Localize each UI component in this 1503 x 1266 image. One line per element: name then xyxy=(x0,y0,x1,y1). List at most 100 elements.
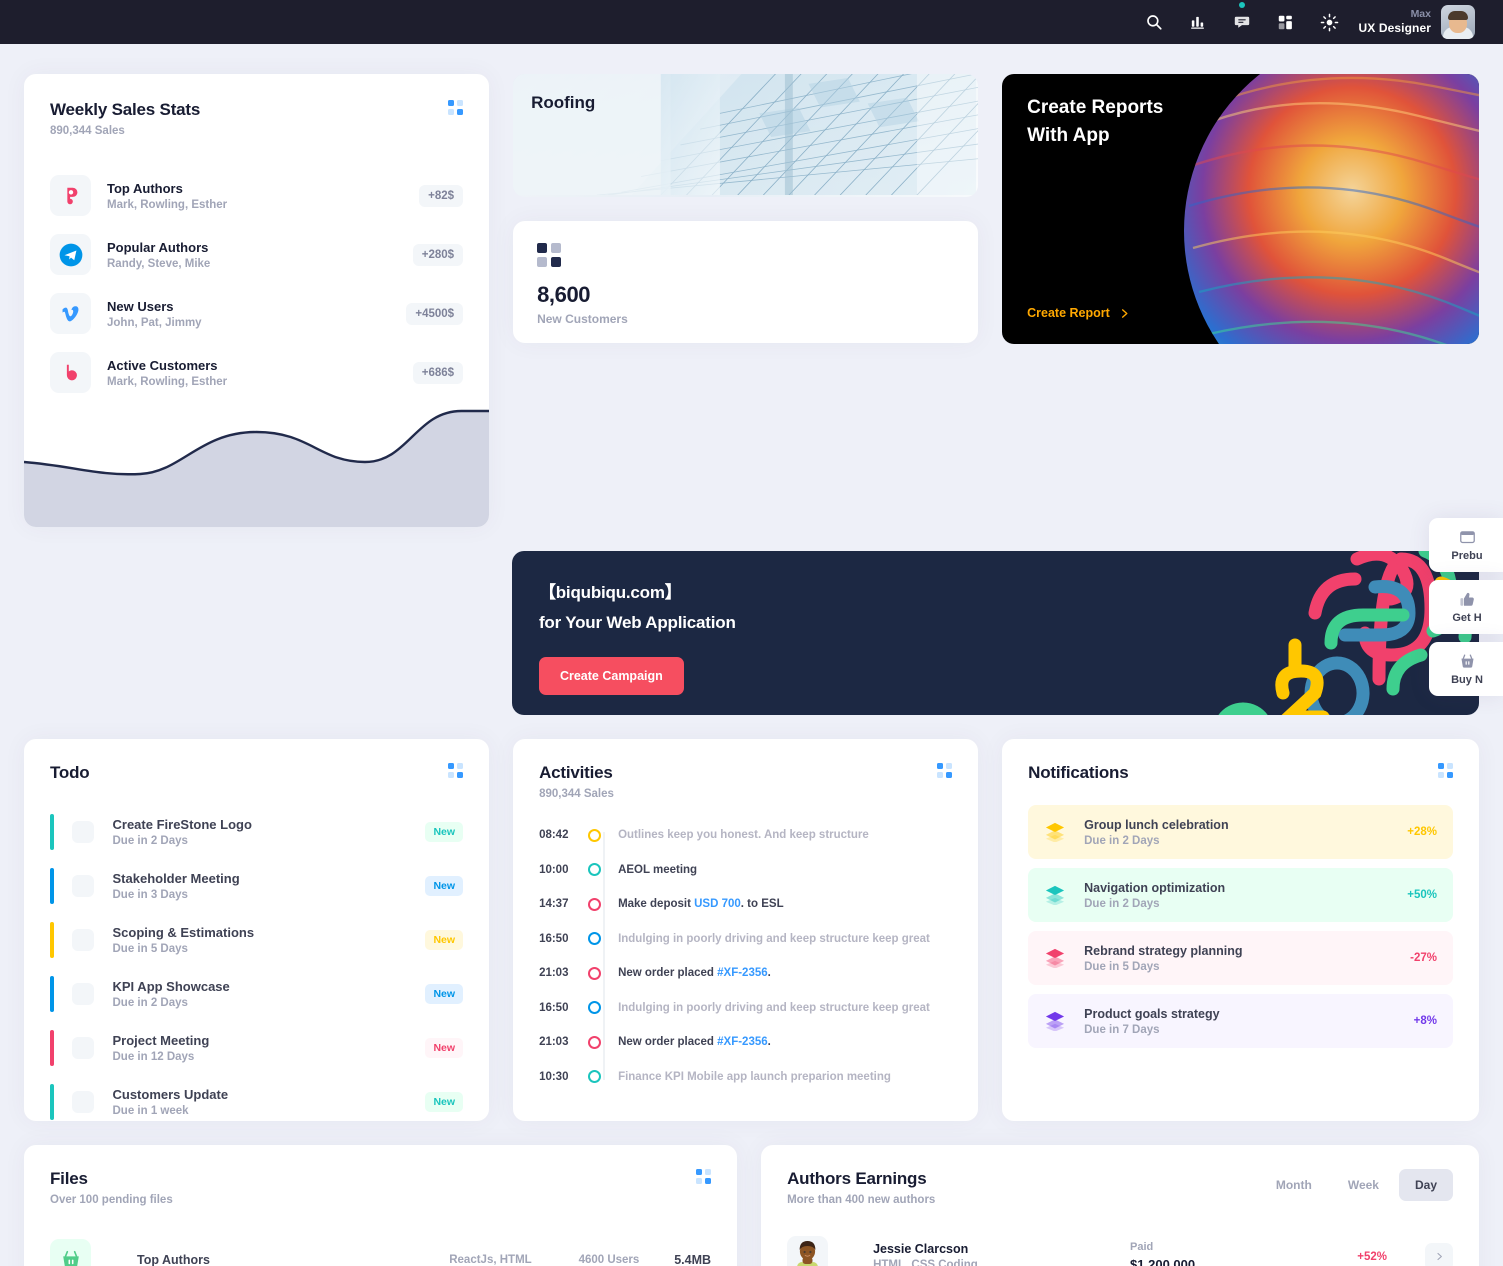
todo-checkbox[interactable] xyxy=(71,929,94,951)
todo-list-item[interactable]: Customers Update Due in 1 week New xyxy=(50,1075,464,1129)
new-customers-label: New Customers xyxy=(537,312,628,326)
activity-marker-icon xyxy=(588,1070,602,1084)
search-icon[interactable] xyxy=(1141,9,1167,35)
activity-link[interactable]: #XF-2356 xyxy=(717,1036,768,1048)
card-menu-grid-icon[interactable] xyxy=(448,763,464,778)
table-row[interactable]: Top Authors ReactJs, HTML 4600 Users 5.4MB xyxy=(50,1230,711,1266)
card-menu-grid-icon[interactable] xyxy=(937,763,953,778)
floating-toolbar-item[interactable]: Prebu xyxy=(1429,518,1503,572)
floating-toolbar-item[interactable]: Buy N xyxy=(1429,642,1503,696)
activity-item: 16:50 Indulging in poorly driving and kee… xyxy=(539,922,952,957)
todo-list-item[interactable]: Scoping & Estimations Due in 5 Days New xyxy=(50,913,464,967)
notification-item[interactable]: Rebrand strategy planning Due in 5 Days -2… xyxy=(1028,931,1453,985)
create-campaign-button[interactable]: Create Campaign xyxy=(538,657,684,695)
notification-percentage: -27% xyxy=(1410,952,1437,964)
activity-time: 21:03 xyxy=(539,967,569,980)
todo-item-due: Due in 1 week xyxy=(112,1105,189,1117)
new-customers-card: 8,600 New Customers xyxy=(513,221,979,343)
tab-week[interactable]: Week xyxy=(1332,1169,1395,1201)
files-title: Files xyxy=(50,1169,88,1188)
notification-name: Product goals strategy xyxy=(1084,1006,1220,1021)
todo-item-due: Due in 2 Days xyxy=(112,835,188,847)
file-size: 5.4MB xyxy=(674,1252,712,1266)
chart-bar-icon[interactable] xyxy=(1185,9,1211,35)
status-dot xyxy=(1238,2,1245,8)
notification-item[interactable]: Group lunch celebration Due in 2 Days +28% xyxy=(1028,805,1453,859)
sales-list-item[interactable]: Top Authors Mark, Rowling, Esther +82$ xyxy=(50,166,464,225)
todo-list-item[interactable]: KPI App Showcase Due in 2 Days New xyxy=(50,967,464,1021)
activity-marker-icon xyxy=(588,1035,602,1049)
activity-item: 16:50 Indulging in poorly driving and kee… xyxy=(539,991,952,1026)
sales-list-item[interactable]: Popular Authors Randy, Steve, Mike +280$ xyxy=(50,225,464,284)
activity-text: Indulging in poorly driving and keep str… xyxy=(618,1001,930,1014)
todo-item-due: Due in 3 Days xyxy=(112,889,188,901)
sales-list-item[interactable]: New Users John, Pat, Jimmy +4500$ xyxy=(50,284,464,343)
top-header-bar: Max UX Designer xyxy=(0,0,1503,44)
card-menu-grid-icon[interactable] xyxy=(1438,763,1453,778)
user-menu[interactable]: Max UX Designer xyxy=(1359,5,1475,39)
notification-item[interactable]: Navigation optimization Due in 2 Days +50% xyxy=(1028,868,1453,922)
notification-item[interactable]: Product goals strategy Due in 7 Days +8% xyxy=(1028,994,1453,1048)
sales-item-value: +4500$ xyxy=(406,302,464,325)
sales-item-text: New Users John, Pat, Jimmy xyxy=(107,299,406,329)
table-row[interactable]: Jessie Clarcson HTML, CSS Coding Paid $1,20… xyxy=(787,1228,1453,1266)
avatar[interactable] xyxy=(1441,5,1475,39)
sales-item-name: Popular Authors xyxy=(107,239,209,255)
todo-item-name: KPI App Showcase xyxy=(112,979,230,994)
create-report-link[interactable]: Create Report xyxy=(1027,306,1130,320)
sales-item-value: +280$ xyxy=(412,243,464,266)
activity-marker-icon xyxy=(588,828,602,842)
page-title: Weekly Sales Stats xyxy=(50,100,201,119)
card-menu-grid-icon[interactable] xyxy=(448,100,464,115)
todo-title: Todo xyxy=(50,763,90,782)
chevron-right-icon[interactable] xyxy=(1425,1242,1453,1266)
activity-time: 16:50 xyxy=(539,932,569,945)
status-badge: New xyxy=(425,876,464,896)
status-badge: New xyxy=(425,822,464,842)
brightness-icon[interactable] xyxy=(1317,9,1343,35)
earnings-title: Authors Earnings xyxy=(787,1169,927,1188)
todo-color-bar xyxy=(50,922,54,958)
todo-checkbox[interactable] xyxy=(71,983,94,1005)
notification-name: Navigation optimization xyxy=(1084,880,1226,895)
tab-month[interactable]: Month xyxy=(1260,1169,1328,1201)
sales-item-value: +686$ xyxy=(412,361,464,384)
todo-color-bar xyxy=(50,868,54,904)
todo-checkbox[interactable] xyxy=(71,821,94,843)
activity-item: 08:42 Outlines keep you honest. And keep … xyxy=(539,818,952,853)
card-menu-grid-icon[interactable] xyxy=(696,1169,712,1184)
earnings-subtitle: More than 400 new authors xyxy=(787,1194,936,1206)
activity-text: Indulging in poorly driving and keep str… xyxy=(618,932,930,945)
layers-icon xyxy=(1044,885,1066,906)
notification-percentage: +28% xyxy=(1407,826,1437,838)
activity-time: 14:37 xyxy=(539,898,569,911)
basket-icon xyxy=(1439,653,1495,670)
weekly-sales-list: Top Authors Mark, Rowling, Esther +82$ Popu… xyxy=(50,166,464,402)
earnings-list: Jessie Clarcson HTML, CSS Coding Paid $1,20… xyxy=(787,1228,1453,1266)
activity-marker-icon xyxy=(588,966,602,980)
files-card: Files Over 100 pending files Top Authors… xyxy=(24,1145,738,1266)
file-tech: ReactJs, HTML xyxy=(449,1253,532,1266)
todo-checkbox[interactable] xyxy=(71,1091,94,1113)
floating-toolbar-item[interactable]: Get H xyxy=(1429,580,1503,634)
notification-text: Rebrand strategy planning Due in 5 Days xyxy=(1084,944,1410,973)
todo-list-item[interactable]: Create FireStone Logo Due in 2 Days New xyxy=(50,805,464,859)
basket-icon xyxy=(50,1239,91,1266)
activities-subtitle: 890,344 Sales xyxy=(539,788,614,800)
apps-grid-icon[interactable] xyxy=(1273,9,1299,35)
activity-link[interactable]: #XF-2356 xyxy=(717,967,768,979)
activity-item: 21:03 New order placed #XF-2356. xyxy=(539,1025,952,1060)
roofing-card[interactable]: Roofing xyxy=(513,74,979,197)
todo-checkbox[interactable] xyxy=(71,1037,94,1059)
authors-earnings-card: Authors Earnings More than 400 new autho… xyxy=(761,1145,1479,1266)
todo-list-item[interactable]: Stakeholder Meeting Due in 3 Days New xyxy=(50,859,464,913)
activity-link[interactable]: USD 700 xyxy=(694,898,741,910)
create-reports-card[interactable]: Create Reports With App Create Report xyxy=(1002,74,1479,344)
chat-bubble-icon[interactable] xyxy=(1229,2,1255,35)
tab-day[interactable]: Day xyxy=(1398,1169,1453,1201)
todo-item-name: Create FireStone Logo xyxy=(112,817,252,832)
todo-checkbox[interactable] xyxy=(71,875,94,897)
notification-due: Due in 7 Days xyxy=(1084,1023,1160,1036)
activity-item: 21:03 New order placed #XF-2356. xyxy=(539,956,952,991)
todo-list-item[interactable]: Project Meeting Due in 12 Days New xyxy=(50,1021,464,1075)
